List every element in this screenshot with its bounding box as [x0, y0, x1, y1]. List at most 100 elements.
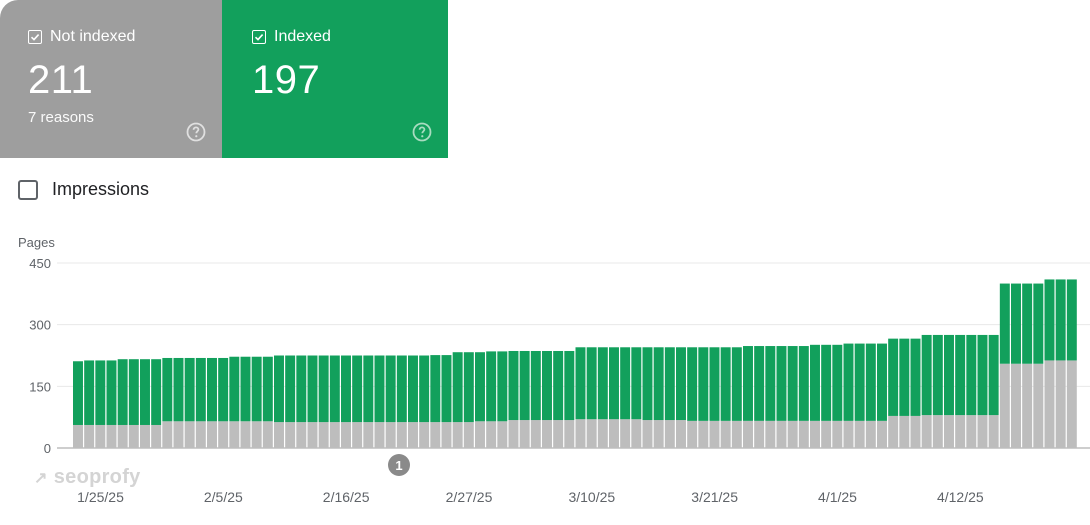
bar-not-indexed [463, 422, 474, 448]
bar-indexed [419, 355, 430, 423]
bar-indexed [1033, 283, 1044, 364]
bar-indexed [173, 357, 184, 422]
bar-indexed [95, 360, 106, 425]
bar-not-indexed [296, 422, 307, 448]
bar-not-indexed [1022, 363, 1033, 448]
bar-indexed [977, 334, 988, 416]
bar-not-indexed [843, 420, 854, 448]
bar-not-indexed [195, 421, 206, 448]
bar-not-indexed [776, 420, 787, 448]
annotation-label: 1 [395, 458, 402, 473]
y-axis-title: Pages [18, 235, 55, 250]
bar-indexed [597, 347, 608, 420]
bar-not-indexed [653, 420, 664, 448]
bar-not-indexed [586, 419, 597, 448]
bar-not-indexed [1066, 360, 1077, 448]
bar-indexed [620, 347, 631, 420]
indexed-label: Indexed [274, 28, 331, 45]
bar-not-indexed [430, 422, 441, 448]
indexed-card[interactable]: Indexed 197 [222, 0, 448, 158]
bar-not-indexed [95, 424, 106, 448]
bar-indexed [899, 338, 910, 416]
bar-not-indexed [888, 415, 899, 448]
bar-not-indexed [921, 415, 932, 448]
bar-not-indexed [609, 419, 619, 448]
bar-not-indexed [754, 420, 765, 448]
bar-indexed [162, 357, 173, 422]
bar-not-indexed [1055, 360, 1066, 448]
bar-not-indexed [341, 422, 351, 448]
bar-not-indexed [642, 420, 653, 448]
indexed-count: 197 [252, 58, 321, 102]
bar-not-indexed [966, 415, 977, 448]
x-tick-label: 3/10/25 [568, 489, 615, 505]
bar-indexed [798, 346, 809, 421]
not-indexed-card[interactable]: Not indexed 211 7 reasons [0, 0, 222, 158]
bar-indexed [184, 357, 195, 422]
bar-not-indexed [854, 420, 865, 448]
bar-indexed [128, 359, 139, 425]
bar-not-indexed [664, 420, 675, 448]
help-icon[interactable] [186, 122, 206, 142]
bar-indexed [140, 359, 150, 425]
bar-not-indexed [988, 415, 999, 448]
bar-indexed [408, 355, 418, 423]
bar-not-indexed [1011, 363, 1021, 448]
help-icon[interactable] [412, 122, 432, 142]
bar-indexed [944, 334, 954, 416]
bar-indexed [73, 361, 83, 425]
bar-indexed [553, 350, 564, 421]
not-indexed-reasons: 7 reasons [28, 109, 94, 126]
bar-indexed [296, 355, 307, 423]
bar-not-indexed [955, 415, 966, 448]
bar-indexed [318, 355, 329, 423]
bar-indexed [575, 347, 586, 420]
bar-not-indexed [475, 421, 485, 448]
bar-not-indexed [374, 422, 385, 448]
bar-not-indexed [184, 421, 195, 448]
bar-indexed [720, 347, 731, 421]
checkbox-checked-icon[interactable] [28, 30, 42, 44]
bar-indexed [1066, 279, 1077, 361]
checkbox-checked-icon[interactable] [252, 30, 266, 44]
impressions-toggle[interactable]: Impressions [18, 179, 149, 200]
bar-not-indexed [218, 421, 229, 448]
bar-indexed [463, 352, 474, 423]
bar-indexed [229, 356, 240, 422]
bar-not-indexed [698, 420, 709, 448]
bar-indexed [486, 351, 497, 422]
pages-chart[interactable]: 0 150 300 450 1/25/25 2/5/25 2/16/25 2/27/25 3/1… [0, 250, 1090, 525]
checkbox-unchecked-icon[interactable] [18, 179, 38, 200]
watermark-text: seoprofy [53, 466, 141, 488]
bar-not-indexed [832, 420, 843, 448]
bar-indexed [843, 343, 854, 421]
bar-not-indexed [720, 420, 731, 448]
bar-not-indexed [207, 421, 217, 448]
bar-not-indexed [128, 424, 139, 448]
impressions-label: Impressions [52, 179, 150, 199]
bar-not-indexed [318, 422, 329, 448]
bar-indexed [1055, 279, 1066, 361]
x-tick-label: 4/1/25 [818, 489, 857, 505]
bar-not-indexed [553, 420, 564, 448]
bar-not-indexed [508, 420, 519, 448]
bar-not-indexed [117, 424, 128, 448]
y-tick-label: 300 [29, 318, 51, 333]
bar-not-indexed [1033, 363, 1044, 448]
bar-indexed [151, 359, 162, 425]
bar-not-indexed [363, 422, 374, 448]
bar-indexed [251, 356, 262, 422]
bar-indexed [664, 347, 675, 421]
bar-not-indexed [798, 420, 809, 448]
bar-indexed [966, 334, 977, 416]
bar-not-indexed [564, 420, 575, 448]
bar-indexed [262, 356, 273, 422]
not-indexed-header[interactable]: Not indexed [28, 28, 135, 46]
bar-indexed [106, 360, 117, 425]
bar-indexed [441, 355, 452, 423]
bar-not-indexed [597, 419, 608, 448]
bar-indexed [888, 338, 899, 416]
bar-indexed [910, 338, 921, 416]
y-tick-label: 450 [29, 256, 51, 271]
indexed-header[interactable]: Indexed [252, 28, 331, 46]
